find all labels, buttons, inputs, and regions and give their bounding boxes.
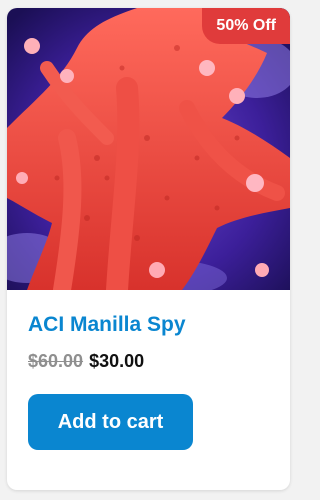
product-title[interactable]: ACI Manilla Spy bbox=[28, 313, 186, 337]
add-to-cart-button[interactable]: Add to cart bbox=[28, 394, 193, 450]
original-price: $60.00 bbox=[28, 351, 84, 371]
sale-badge: 50% Off bbox=[202, 8, 290, 44]
price-row: $60.00 $30.00 bbox=[28, 351, 144, 372]
product-image[interactable] bbox=[7, 8, 290, 290]
product-card: 50% Off ACI Manilla Spy $60.00 $30.00 Add… bbox=[7, 8, 290, 490]
sale-price: $30.00 bbox=[89, 351, 145, 371]
